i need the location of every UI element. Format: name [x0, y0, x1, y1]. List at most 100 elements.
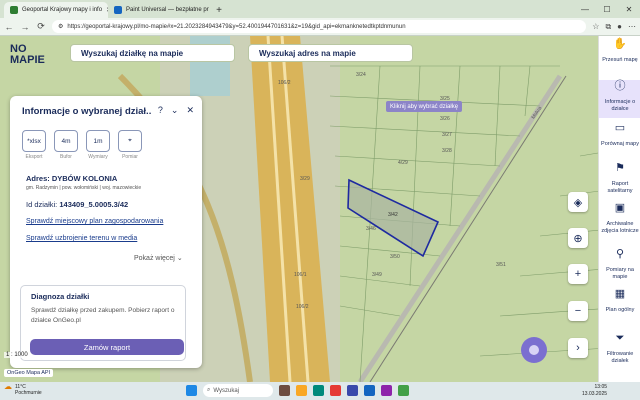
export-label: Eksport	[25, 154, 43, 160]
sidebar-item-measure[interactable]: ⚲ Pomiary na mapie	[599, 248, 640, 288]
zoning-plan-link[interactable]: Sprawdź miejscowy plan zagospodarowania	[26, 218, 163, 225]
buffer-label: Bufor	[60, 154, 72, 160]
widgets-icon[interactable]	[279, 385, 290, 396]
sidebar-item-archive[interactable]: ▣ Archiwalne zdjęcia lotnicze	[599, 202, 640, 244]
help-icon[interactable]: ?	[158, 105, 163, 116]
sidebar-item-label: Pomiary na mapie	[606, 267, 634, 280]
dimensions-tool[interactable]: 1m Wymiary	[86, 130, 110, 160]
search-placeholder: Wyszukaj	[213, 387, 239, 394]
measure-label: Pomiar	[122, 154, 138, 160]
browser-tab-bar: Geoportal Krajowy mapy i info ✕ Paint Un…	[0, 0, 640, 18]
extensions-icon[interactable]: ⧉	[605, 22, 611, 32]
tab-title: Paint Universal — bezpłatne pr	[126, 7, 209, 13]
sidebar-item-label: Archiwalne zdjęcia lotnicze	[601, 221, 639, 234]
chevron-down-icon[interactable]: ⌄	[171, 105, 179, 116]
window-controls: — ☐ ✕	[574, 0, 640, 18]
weather-widget[interactable]: ☁ 11°C Pochmurnie	[4, 382, 42, 397]
pin-icon: ⚲	[615, 248, 625, 260]
menu-icon[interactable]: ⋯	[628, 22, 636, 32]
address-bar: ← → ⟳ ⚙ https://geoportal-krajowy.pl/mo-…	[0, 18, 640, 36]
parcel-label: 3/28	[442, 148, 452, 154]
parcel-label: 3/24	[356, 72, 366, 78]
minus-icon: −	[574, 305, 582, 317]
sidebar-item-label: Raport satelitarny	[607, 181, 633, 194]
api-link[interactable]: OnGeo Mapa API	[4, 369, 54, 377]
sidebar-item-compare[interactable]: ▭ Porównaj mapy	[599, 122, 640, 160]
system-clock[interactable]: 13:05 13.03.2025	[582, 384, 607, 397]
close-window-icon[interactable]: ✕	[618, 0, 640, 18]
panel-header-icons: ? ⌄ ✕	[158, 105, 194, 116]
compare-icon: ▭	[614, 122, 626, 134]
chevron-down-icon: ⌄	[176, 255, 183, 262]
forward-icon[interactable]: →	[20, 22, 30, 32]
buffer-icon: 4m	[54, 130, 78, 152]
chrome-icon[interactable]	[330, 385, 341, 396]
reload-icon[interactable]: ⟳	[36, 21, 46, 32]
zoom-in-button[interactable]: +	[568, 264, 588, 284]
maximize-icon[interactable]: ☐	[596, 0, 618, 18]
export-icon: *xlsx	[22, 130, 46, 152]
tab-paint[interactable]: Paint Universal — bezpłatne pr ✕	[108, 2, 212, 18]
info-icon: ⓘ	[614, 80, 626, 92]
url-text: https://geoportal-krajowy.pl/mo-mapie#x=…	[67, 23, 406, 30]
profile-icon[interactable]: ●	[617, 22, 622, 32]
url-input[interactable]: ⚙ https://geoportal-krajowy.pl/mo-mapie#…	[52, 20, 587, 33]
measure-tool[interactable]: ⌖ Pomiar	[118, 130, 142, 160]
start-icon[interactable]	[186, 385, 197, 396]
sidebar-item-general-plan[interactable]: ▦ Plan ogólny	[599, 288, 640, 328]
site-info-icon[interactable]: ⚙	[58, 23, 63, 30]
parcel-label: 3/46	[366, 226, 376, 232]
satellite-icon: ⚑	[615, 162, 625, 174]
nomapie-logo[interactable]: NO MAPIE	[10, 44, 60, 66]
new-tab-button[interactable]: +	[212, 2, 226, 18]
map-scale: 1 : 1000	[4, 352, 30, 358]
taskbar-search[interactable]: ⌕ Wyszukaj	[203, 384, 273, 397]
locate-button[interactable]: ⊕	[568, 228, 588, 248]
show-more-button[interactable]: Pokaż więcej ⌄	[134, 254, 183, 262]
buffer-tool[interactable]: 4m Bufor	[54, 130, 78, 160]
export-tool[interactable]: *xlsx Eksport	[22, 130, 46, 160]
plot-address: Adres: DYBÓW KOLONIA	[26, 174, 118, 183]
file-explorer-icon[interactable]	[296, 385, 307, 396]
chevron-right-icon: ›	[576, 342, 580, 354]
panel-tools: *xlsx Eksport 4m Bufor 1m Wymiary ⌖ Pomi…	[22, 130, 142, 160]
sidebar-item-pan[interactable]: ✋ Przesuń mapę	[599, 38, 640, 76]
close-icon[interactable]: ✕	[186, 105, 194, 116]
plan-icon: ▦	[614, 288, 626, 300]
star-icon[interactable]: ☆	[592, 22, 599, 32]
sidebar-item-label: Filtrowanie działek	[606, 351, 634, 364]
expand-button[interactable]: ›	[568, 338, 588, 358]
logo-line2: MAPIE	[10, 54, 45, 66]
order-report-button[interactable]: Zamów raport	[30, 339, 184, 355]
zoom-out-button[interactable]: −	[568, 301, 588, 321]
parcel-label: 3/49	[372, 272, 382, 278]
sidebar-item-label: Informacje o działce	[604, 99, 636, 112]
layers-button[interactable]: ◈	[568, 192, 588, 212]
sidebar-item-plot-info[interactable]: ⓘ Informacje o działce	[599, 80, 640, 118]
sidebar-item-label: Porównaj mapy	[601, 141, 639, 147]
minimize-icon[interactable]: —	[574, 0, 596, 18]
parcel-label: 106/2	[278, 80, 291, 86]
search-address-button[interactable]: Wyszukaj adres na mapie	[248, 44, 413, 62]
parcel-label: 3/29	[300, 176, 310, 182]
search-plot-button[interactable]: Wyszukaj działkę na mapie	[70, 44, 235, 62]
diagnosis-title: Diagnoza działki	[31, 292, 90, 301]
edge-icon[interactable]	[313, 385, 324, 396]
chat-icon	[529, 345, 539, 355]
mail-icon[interactable]	[364, 385, 375, 396]
app-icon[interactable]	[398, 385, 409, 396]
chat-button[interactable]	[521, 337, 547, 363]
plot-id-value: 143409_5.0005.3/42	[59, 200, 129, 209]
tab-geoportal[interactable]: Geoportal Krajowy mapy i info ✕	[4, 2, 108, 18]
store-icon[interactable]	[347, 385, 358, 396]
layers-icon: ◈	[573, 196, 583, 209]
right-sidebar: ✋ Przesuń mapę ⓘ Informacje o działce ▭ …	[598, 36, 640, 382]
photos-icon[interactable]	[381, 385, 392, 396]
back-icon[interactable]: ←	[4, 22, 14, 32]
sidebar-item-satellite[interactable]: ⚑ Raport satelitarny	[599, 162, 640, 200]
utilities-link[interactable]: Sprawdź uzbrojenie terenu w media	[26, 235, 137, 242]
weather-text: 11°C Pochmurnie	[15, 384, 42, 396]
sidebar-item-filter[interactable]: ⏷ Filtrowanie działek	[599, 332, 640, 372]
panel-title: Informacje o wybranej dział...	[22, 106, 152, 117]
parcel-label: 4/29	[398, 160, 408, 166]
